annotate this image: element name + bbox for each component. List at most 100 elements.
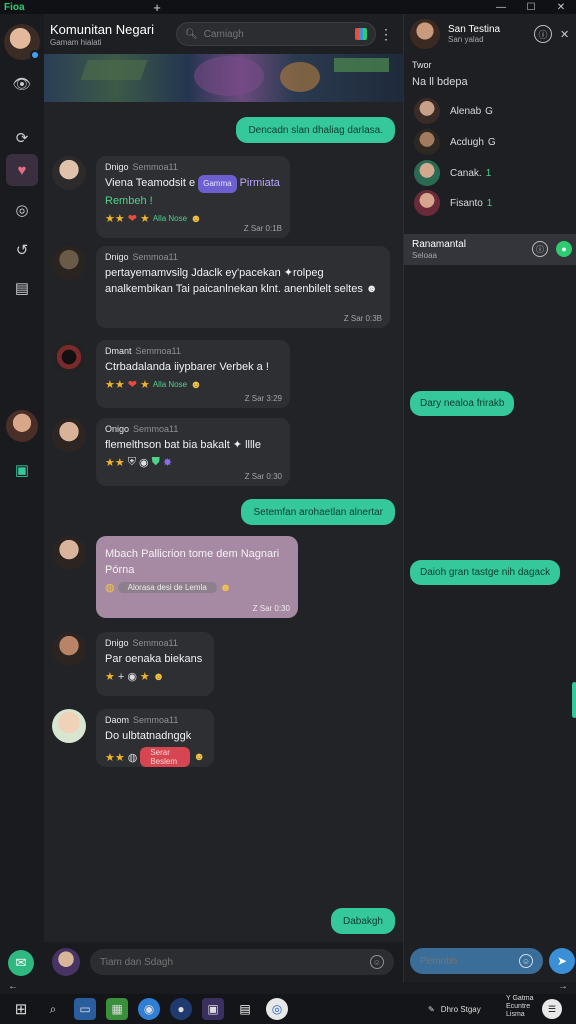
sender-avatar[interactable] <box>52 632 86 666</box>
member-avatar <box>414 129 440 155</box>
target-icon[interactable]: ◎ <box>6 194 38 226</box>
history-icon[interactable]: ↺ <box>6 234 38 266</box>
heart-wing-icon[interactable]: ♥ <box>6 154 38 186</box>
banner-shape <box>280 62 320 92</box>
panel-message[interactable]: Dary nealoa frirakb <box>410 391 515 416</box>
search-icon[interactable]: ⌕ <box>42 998 64 1020</box>
member-name: Canak. <box>450 167 482 179</box>
members-count-label: Na ll bdepa <box>412 76 468 88</box>
minimize-button[interactable]: — <box>486 2 516 13</box>
user-avatar[interactable] <box>4 24 40 60</box>
incoming-message[interactable]: Daom Semmoa11 Do ulbtatnadnggk ★★ ◍ Serar B… <box>96 709 214 767</box>
send-icon[interactable]: ➤ <box>549 948 575 974</box>
outgoing-message[interactable]: Dencadn slan dhaliag darlasa. <box>236 117 395 143</box>
maximize-button[interactable]: ☐ <box>516 2 546 13</box>
forward-arrow-icon[interactable]: → <box>558 981 568 992</box>
message-text: Ctrbadalanda iiypbarer Verbek a ! <box>105 361 269 373</box>
app-icon[interactable]: ◎ <box>266 998 288 1020</box>
star-icon: ★★ <box>105 213 125 225</box>
incoming-message[interactable]: Dnigo Semmoa11 pertayemamvsilg Jdaclk ey'… <box>96 246 390 328</box>
online-icon[interactable]: ● <box>556 241 572 257</box>
refresh-icon[interactable]: ⟳ <box>6 122 38 154</box>
taskview-icon[interactable]: ▭ <box>74 998 96 1020</box>
sender-avatar[interactable] <box>52 246 86 280</box>
more-options-icon[interactable]: ⋮ <box>376 26 396 43</box>
member-avatar <box>414 160 440 186</box>
reaction-text: Alla Nose <box>152 214 188 223</box>
emoji-icon[interactable]: ☺ <box>519 954 533 968</box>
status-dot <box>30 50 40 60</box>
info-icon[interactable]: ⓘ <box>534 25 552 43</box>
member-item[interactable]: Fisanto 1 <box>414 190 492 216</box>
incoming-message[interactable]: Dmant Semmoa11 Ctrbadalanda iiypbarer Ver… <box>96 340 290 408</box>
outgoing-message[interactable]: Dabakgh <box>330 908 395 934</box>
contact-name: San Testina <box>448 24 501 35</box>
app-icon[interactable]: ▣ <box>202 998 224 1020</box>
clock[interactable]: Y Gatma Ecuntre Lisma <box>506 995 536 1019</box>
emoji-icon[interactable]: ☺ <box>370 955 384 969</box>
start-icon[interactable]: ⊞ <box>10 998 32 1020</box>
sender-name-text: Dmant <box>105 346 132 356</box>
info-icon[interactable]: ⓘ <box>532 241 548 257</box>
message-composer: ✉ ☺ <box>0 942 403 982</box>
reactions[interactable]: ★★ ◍ Serar Beslem ☻ <box>105 747 205 767</box>
star-icon: ★ <box>139 379 150 391</box>
back-arrow-icon[interactable]: ← <box>8 981 18 992</box>
close-button[interactable]: ✕ <box>546 2 576 13</box>
composer-avatar[interactable] <box>52 948 80 976</box>
sender-avatar[interactable] <box>52 418 86 452</box>
message-text: flemelthson bat bia bakalt ✦ lllle <box>105 439 261 451</box>
message-time: Z Sar 0:1B <box>243 224 282 233</box>
document-icon[interactable]: ▤ <box>6 272 38 304</box>
eye-icon[interactable]: 👁 <box>6 68 38 100</box>
drag-handle[interactable] <box>572 682 576 718</box>
outgoing-message[interactable]: Setemfan arohaetlan alnertar <box>241 499 395 525</box>
app-icon[interactable]: ● <box>170 998 192 1020</box>
sender-name: Dnigo Semmoa11 <box>105 252 381 262</box>
sender-handle: Semmoa11 <box>133 424 179 434</box>
chat-bubble-icon[interactable]: ✉ <box>8 950 34 976</box>
message-input-box[interactable]: ☺ <box>90 949 394 975</box>
incoming-message[interactable]: Onigo Semmoa11 flemelthson bat bia bakalt… <box>96 418 290 486</box>
reactions[interactable]: ★★ ⛨ ◉ ⛊ ✸ <box>105 456 281 469</box>
active-conversation-item[interactable]: Ranamantal Seloaa ⓘ ● <box>404 234 576 265</box>
incoming-message[interactable]: Dnigo Semmoa11 Viena Teamodsit e Gamma Pirm… <box>96 156 290 238</box>
panel-message-input[interactable] <box>420 955 519 967</box>
contact-avatar[interactable] <box>6 410 38 442</box>
sender-name-text: Dnigo <box>105 638 129 648</box>
sender-avatar[interactable] <box>52 709 86 743</box>
reactions[interactable]: ◍ Alorasa desi de Lemla ☻ <box>105 581 289 595</box>
app-window: Fioa + — ☐ ✕ 👁 ⟳ ♥ ◎ ↺ ▤ ▣ Komunitan Neg… <box>0 0 576 1024</box>
browser-icon[interactable]: ◉ <box>138 998 160 1020</box>
close-icon[interactable]: ✕ <box>560 28 569 41</box>
sender-avatar[interactable] <box>52 340 86 374</box>
sender-avatar[interactable] <box>52 536 86 570</box>
reactions[interactable]: ★ + ◉ ★ ☻ <box>105 670 205 684</box>
message-input[interactable] <box>100 956 370 968</box>
new-tab-button[interactable]: + <box>142 0 172 15</box>
os-taskbar: ⊞ ⌕ ▭ ▦ ◉ ● ▣ ▤ ◎ ✎ Dhro Stgay Y Gatma E… <box>0 994 576 1024</box>
incoming-message[interactable]: Dnigo Semmoa11 Par oenaka biekans ★ + ◉ ★ ☻ <box>96 632 214 696</box>
plus-icon: + <box>117 670 125 683</box>
square-icon[interactable]: ▣ <box>6 454 38 486</box>
apps-grid-icon[interactable] <box>355 28 367 40</box>
sender-avatar[interactable] <box>52 156 86 190</box>
pen-icon[interactable]: ✎ <box>428 1005 435 1014</box>
member-item[interactable]: Acdugh G <box>414 129 496 155</box>
file-icon[interactable]: ▤ <box>234 998 256 1020</box>
member-item[interactable]: Canak. 1 <box>414 160 491 186</box>
contact-avatar[interactable] <box>410 19 440 49</box>
reactions[interactable]: ★★ ❤ ★ Alla Nose ☻ <box>105 378 281 392</box>
sparkle-icon: ✸ <box>162 457 173 469</box>
search-input[interactable] <box>203 28 355 40</box>
panel-input-box[interactable]: ☺ <box>410 948 543 974</box>
message-text: Do ulbtatnadnggk <box>105 730 192 742</box>
smile-icon: ☻ <box>190 378 202 391</box>
panel-message[interactable]: Daioh gran tastge nih dagack <box>410 560 561 585</box>
incoming-message-highlighted[interactable]: Mbach Pallicrion tome dem Nagnari Pórna … <box>96 536 298 618</box>
sender-handle: Semmoa11 <box>135 346 181 356</box>
member-item[interactable]: Alenab G <box>414 98 493 124</box>
search-box[interactable]: 🔍︎ <box>176 22 376 46</box>
app-icon[interactable]: ▦ <box>106 998 128 1020</box>
notification-icon[interactable]: ☰ <box>542 999 562 1019</box>
